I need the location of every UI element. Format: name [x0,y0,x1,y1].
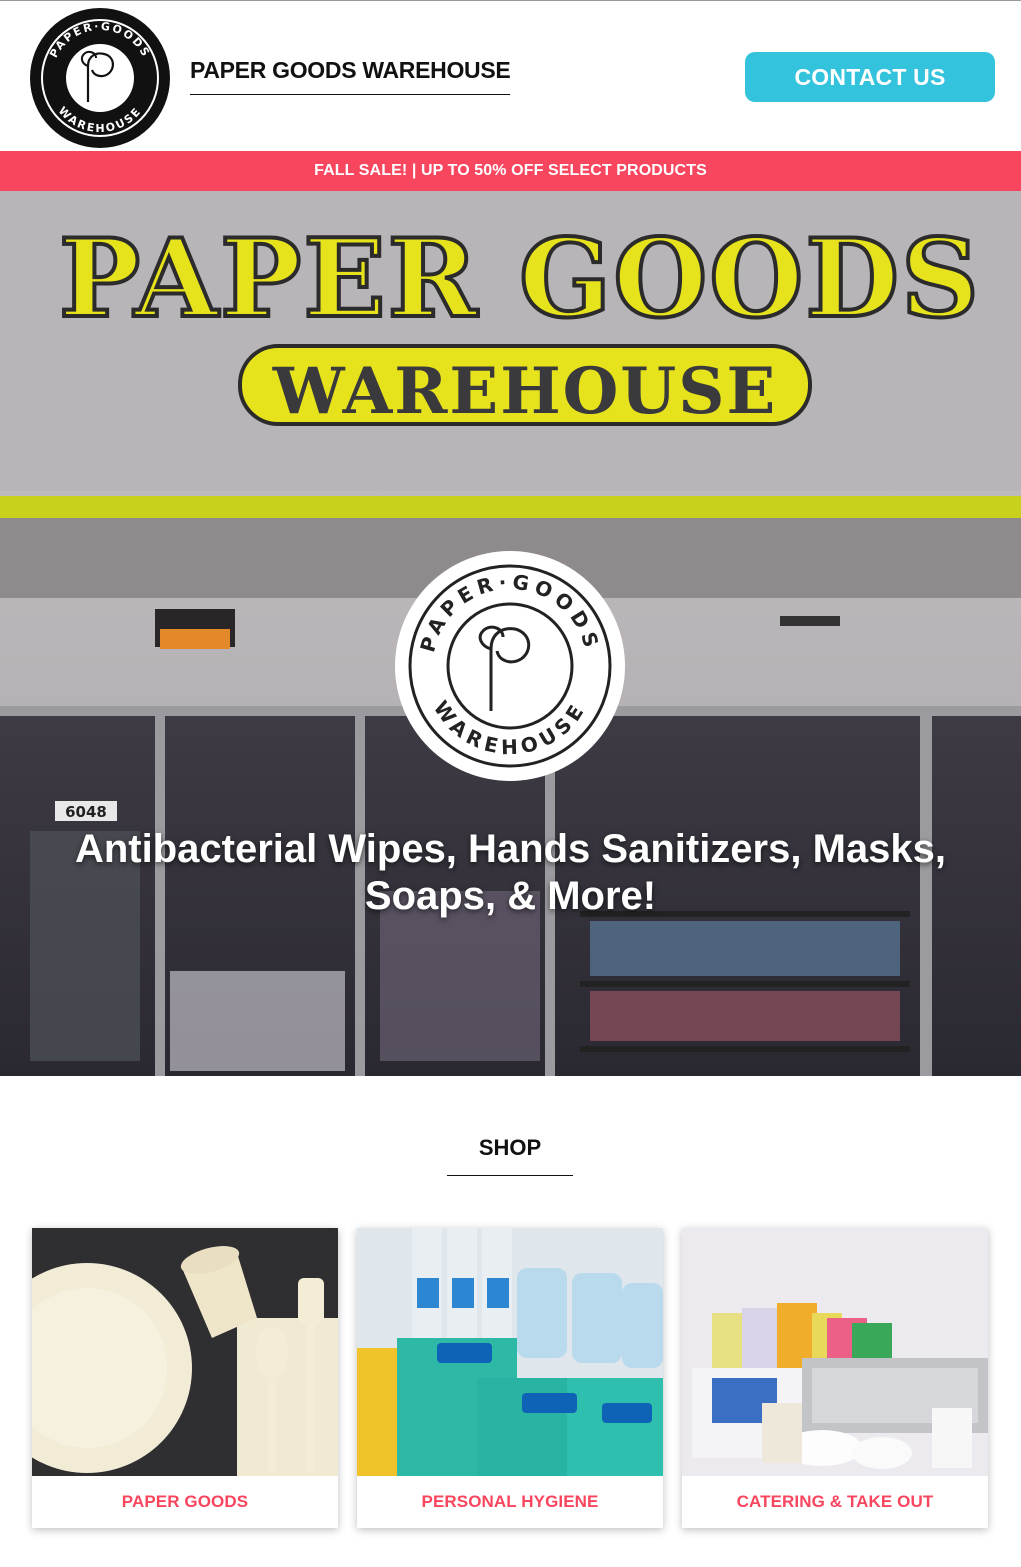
catering-take-out-image[interactable] [682,1228,988,1476]
paper-goods-image[interactable] [32,1228,338,1476]
wipes-sanitizers-photo [357,1228,663,1476]
category-card-catering-take-out[interactable]: CATERING & TAKE OUT [682,1228,988,1528]
paper-roll-logo-icon: PAPER·GOODS WAREHOUSE [400,556,620,776]
personal-hygiene-image[interactable] [357,1228,663,1476]
catering-supplies-photo [682,1228,988,1476]
category-label[interactable]: CATERING & TAKE OUT [682,1476,988,1528]
paper-plate-cup-utensils-photo [32,1228,338,1476]
hero-section: 6048 PAPER GOODS WAREHOUSE PAPER·GOODS W… [0,191,1021,1076]
store-sign-line1: PAPER GOODS [59,216,981,342]
paper-roll-logo-icon: PAPER·GOODS WAREHOUSE [37,15,163,141]
category-label[interactable]: PAPER GOODS [32,1476,338,1528]
category-card-paper-goods[interactable]: PAPER GOODS [32,1228,338,1528]
site-title[interactable]: PAPER GOODS WAREHOUSE [190,57,511,95]
category-card-personal-hygiene[interactable]: PERSONAL HYGIENE [357,1228,663,1528]
shop-heading: SHOP [447,1135,573,1176]
hero-logo: PAPER·GOODS WAREHOUSE [395,551,625,781]
sale-banner: FALL SALE! | UP TO 50% OFF SELECT PRODUC… [0,151,1021,191]
svg-text:6048: 6048 [65,803,107,821]
hero-title: Antibacterial Wipes, Hands Sanitizers, M… [74,827,947,918]
site-header: PAPER·GOODS WAREHOUSE PAPER GOODS WAREHO… [0,0,1021,151]
category-label[interactable]: PERSONAL HYGIENE [357,1476,663,1528]
store-sign-line2: WAREHOUSE [272,354,777,429]
brand-logo[interactable]: PAPER·GOODS WAREHOUSE [30,8,170,148]
contact-us-button[interactable]: CONTACT US [745,52,995,102]
